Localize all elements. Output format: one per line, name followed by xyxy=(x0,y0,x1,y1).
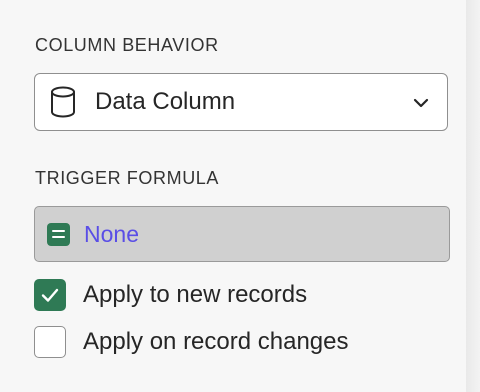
apply-to-new-records-option[interactable]: Apply to new records xyxy=(34,279,307,311)
column-behavior-panel: COLUMN BEHAVIOR Data Column TRIGGER FORM… xyxy=(0,0,467,392)
formula-icon xyxy=(47,222,70,246)
database-icon xyxy=(48,85,78,119)
trigger-formula-heading: TRIGGER FORMULA xyxy=(35,168,220,188)
apply-to-new-records-label: Apply to new records xyxy=(83,281,308,308)
apply-on-record-changes-checkbox[interactable] xyxy=(34,326,66,358)
trigger-formula-field[interactable]: None xyxy=(34,206,450,262)
apply-on-record-changes-option[interactable]: Apply on record changes xyxy=(34,326,349,358)
panel-edge xyxy=(466,0,480,392)
checkmark-icon xyxy=(41,288,59,302)
trigger-formula-value: None xyxy=(84,220,139,247)
column-behavior-value: Data Column xyxy=(95,88,236,115)
apply-on-record-changes-label: Apply on record changes xyxy=(83,328,349,355)
column-behavior-select[interactable]: Data Column xyxy=(34,73,448,131)
apply-to-new-records-checkbox[interactable] xyxy=(34,279,66,311)
chevron-down-icon[interactable] xyxy=(412,94,430,112)
column-behavior-heading: COLUMN BEHAVIOR xyxy=(35,35,219,55)
